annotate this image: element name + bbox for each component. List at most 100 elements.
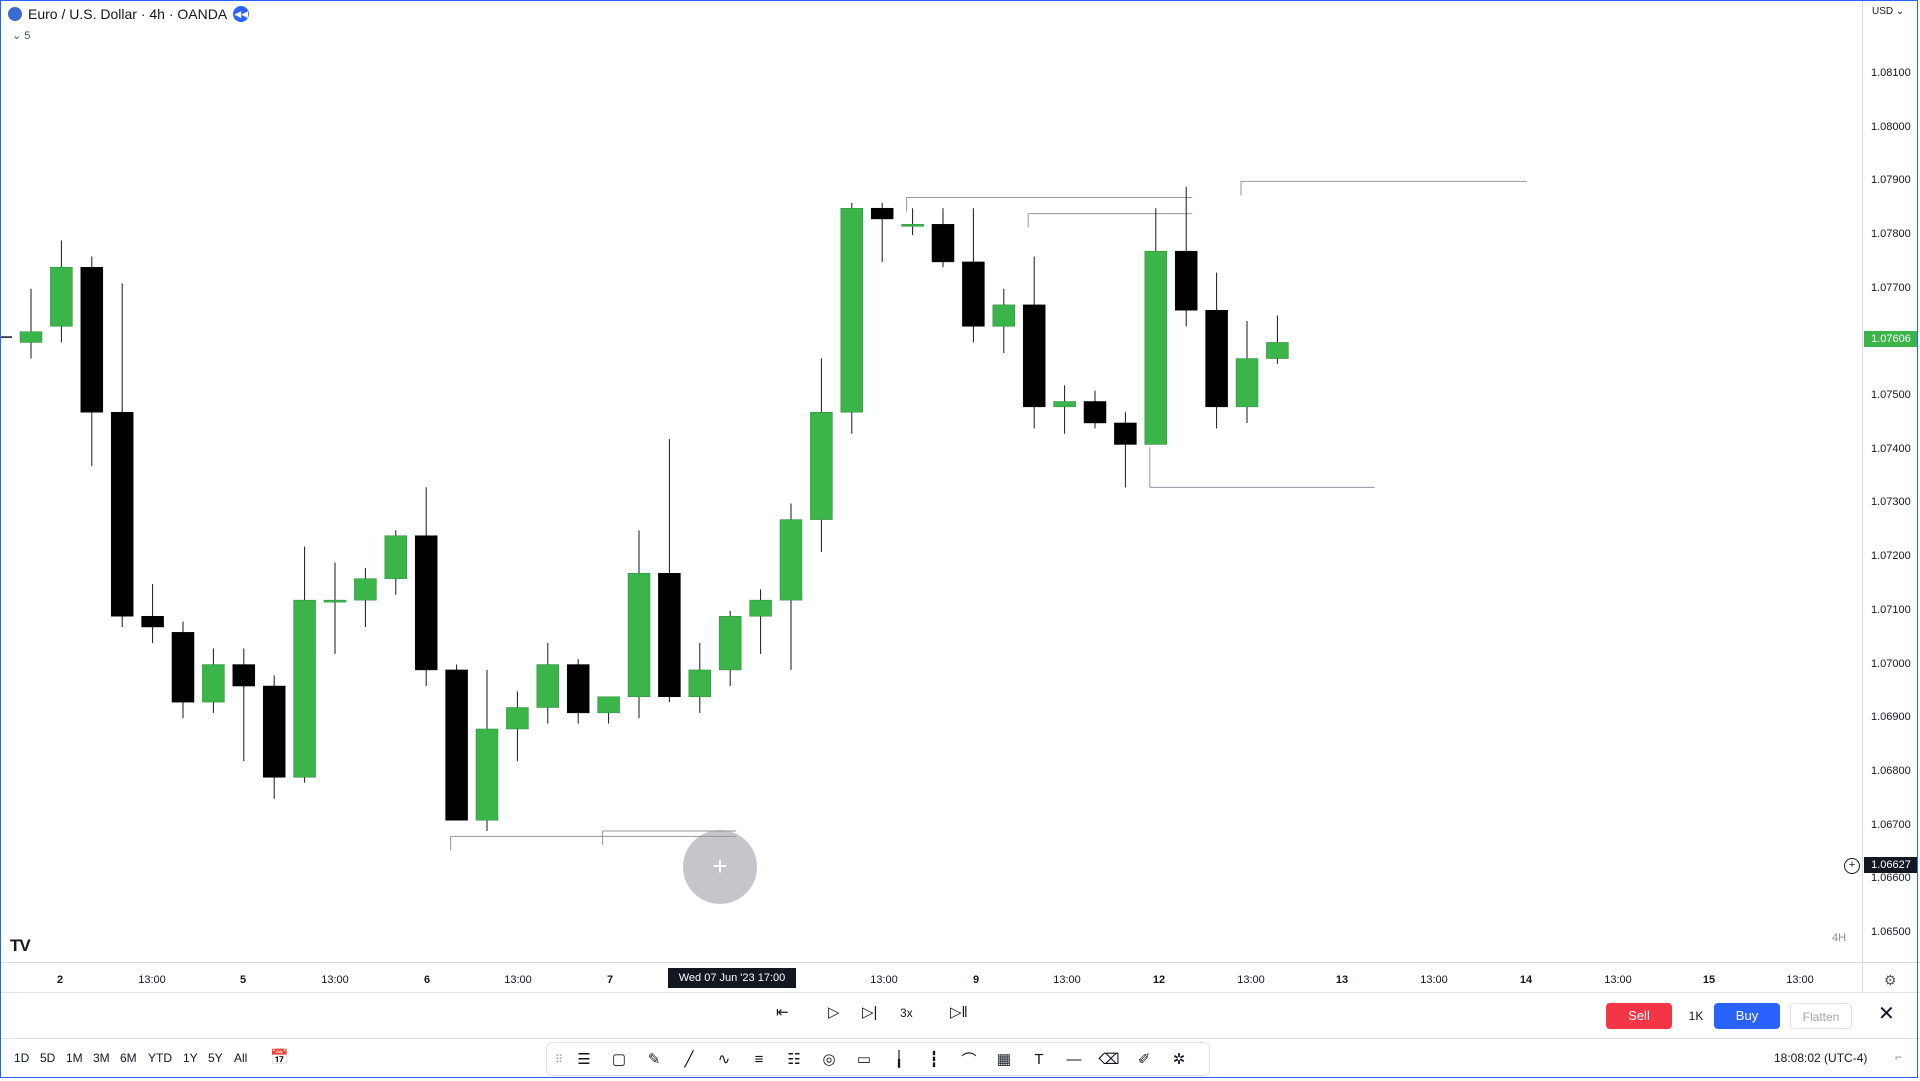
candle-down[interactable] <box>141 615 164 628</box>
range-5y[interactable]: 5Y <box>208 1051 223 1065</box>
candle-down[interactable] <box>1022 304 1046 408</box>
go-to-date-icon[interactable]: 📅 <box>270 1048 289 1066</box>
bars-icon[interactable]: ┇ <box>920 1050 948 1068</box>
candle-up[interactable] <box>536 664 560 708</box>
time-axis[interactable] <box>0 962 1862 993</box>
candle-down[interactable] <box>232 664 256 687</box>
hline-icon[interactable]: — <box>1060 1051 1088 1068</box>
candle-up[interactable] <box>1266 342 1289 359</box>
channel-icon[interactable]: ≡ <box>745 1051 773 1068</box>
candle-up[interactable] <box>749 599 772 617</box>
time-tick: 13:00 <box>1604 974 1632 986</box>
pen-icon[interactable]: ✐ <box>1130 1050 1158 1068</box>
candle-up[interactable] <box>597 696 620 714</box>
time-tick: 13:00 <box>870 974 898 986</box>
candle-down[interactable] <box>931 224 955 263</box>
crosshair-cursor-icon: + <box>683 830 757 904</box>
indicator-toggle[interactable]: ⌄ 5 <box>12 29 30 42</box>
candle-down[interactable] <box>1174 250 1198 311</box>
candle-down[interactable] <box>445 669 468 821</box>
price-tick: 1.07200 <box>1871 550 1911 563</box>
text-icon[interactable]: T <box>1025 1051 1053 1068</box>
lines-icon[interactable]: ☰ <box>570 1050 598 1068</box>
range-ytd[interactable]: YTD <box>148 1051 172 1065</box>
candle-up[interactable] <box>627 573 651 698</box>
vline-icon[interactable]: ╽ <box>885 1050 913 1068</box>
candle-up[interactable] <box>1235 358 1259 408</box>
candle-down[interactable] <box>1205 309 1228 408</box>
tradingview-logo[interactable]: TV <box>10 936 31 956</box>
candle-down[interactable] <box>566 664 590 714</box>
candle-up[interactable] <box>50 267 73 327</box>
buy-button[interactable]: Buy <box>1714 1003 1780 1029</box>
trendline-icon[interactable]: ╱ <box>675 1050 703 1068</box>
candle-up[interactable] <box>901 224 924 227</box>
candle-up[interactable] <box>323 599 347 603</box>
sell-button[interactable]: Sell <box>1606 1003 1672 1029</box>
candle-down[interactable] <box>658 573 681 698</box>
jump-to-realtime-icon[interactable]: ▷‖ <box>950 1003 968 1021</box>
time-tick: 13 <box>1335 974 1349 986</box>
fib-icon[interactable]: ☷ <box>780 1050 808 1068</box>
candle-down[interactable] <box>110 411 134 617</box>
candle-down[interactable] <box>80 267 104 413</box>
range-1m[interactable]: 1M <box>66 1051 83 1065</box>
range-1y[interactable]: 1Y <box>183 1051 198 1065</box>
quantity-field[interactable]: 1K <box>1680 1003 1712 1029</box>
flatten-button[interactable]: Flatten <box>1790 1003 1852 1029</box>
close-replay-icon[interactable]: ✕ <box>1878 1001 1895 1026</box>
candle-up[interactable] <box>384 535 408 579</box>
candle-up[interactable] <box>19 331 43 343</box>
candle-up[interactable] <box>779 519 803 601</box>
curve-icon[interactable]: ⌒ <box>955 1049 983 1070</box>
resize-panel-icon[interactable]: ⌐ <box>1895 1050 1902 1064</box>
currency-selector[interactable]: USD ⌄ <box>1872 6 1904 17</box>
chart-pane[interactable] <box>0 0 1862 962</box>
range-1d[interactable]: 1D <box>14 1051 29 1065</box>
settings-icon[interactable]: ✲ <box>1165 1050 1193 1068</box>
candle-up[interactable] <box>293 599 316 778</box>
candle-up[interactable] <box>810 411 833 520</box>
callout-icon[interactable]: ▭ <box>850 1050 878 1068</box>
jump-to-start-icon[interactable]: ⇤ <box>776 1003 789 1021</box>
candle-up[interactable] <box>992 304 1016 327</box>
candle-up[interactable] <box>1144 250 1168 445</box>
grid-icon[interactable]: ▦ <box>990 1050 1018 1068</box>
symbol-title[interactable]: Euro / U.S. Dollar · 4h · OANDA <box>28 6 227 22</box>
chart-settings-icon[interactable]: ⚙ <box>1884 972 1897 989</box>
eraser-icon[interactable]: ⌫ <box>1095 1050 1123 1068</box>
candle-up[interactable] <box>688 669 712 698</box>
candle-down[interactable] <box>171 632 195 703</box>
candle-up[interactable] <box>718 615 742 671</box>
range-6m[interactable]: 6M <box>120 1051 137 1065</box>
range-all[interactable]: All <box>234 1051 247 1065</box>
rect-icon[interactable]: ▢ <box>605 1050 633 1068</box>
replay-speed[interactable]: 3x <box>900 1006 913 1020</box>
circle-icon[interactable]: ◎ <box>815 1050 843 1068</box>
candle-up[interactable] <box>1053 401 1076 408</box>
candle-up[interactable] <box>840 207 864 413</box>
step-forward-icon[interactable]: ▷| <box>862 1003 877 1021</box>
candle-up[interactable] <box>202 664 225 703</box>
add-alert-icon[interactable]: + <box>1844 858 1860 874</box>
brush-icon[interactable]: ✎ <box>640 1050 668 1068</box>
candle-up[interactable] <box>475 728 499 821</box>
path-icon[interactable]: ∿ <box>710 1050 738 1068</box>
candle-up[interactable] <box>506 707 529 730</box>
candle-down[interactable] <box>262 685 286 778</box>
replay-mode-icon[interactable]: ◀◀ <box>233 6 250 22</box>
candle-down[interactable] <box>414 535 438 671</box>
time-tick: 13:00 <box>1237 974 1265 986</box>
candle-down[interactable] <box>870 207 894 220</box>
range-5d[interactable]: 5D <box>40 1051 55 1065</box>
candle-up[interactable] <box>354 578 377 601</box>
candle-down[interactable] <box>962 261 985 327</box>
drag-handle-icon[interactable]: ⠿ <box>555 1053 563 1066</box>
range-3m[interactable]: 3M <box>93 1051 110 1065</box>
candle-down[interactable] <box>1114 422 1137 445</box>
candlestick-chart[interactable] <box>0 0 1862 962</box>
play-icon[interactable]: ▷ <box>828 1003 840 1021</box>
candle-down[interactable] <box>1083 401 1107 424</box>
clock[interactable]: 18:08:02 (UTC-4) <box>1774 1051 1867 1065</box>
price-tick: 1.06900 <box>1871 711 1911 724</box>
